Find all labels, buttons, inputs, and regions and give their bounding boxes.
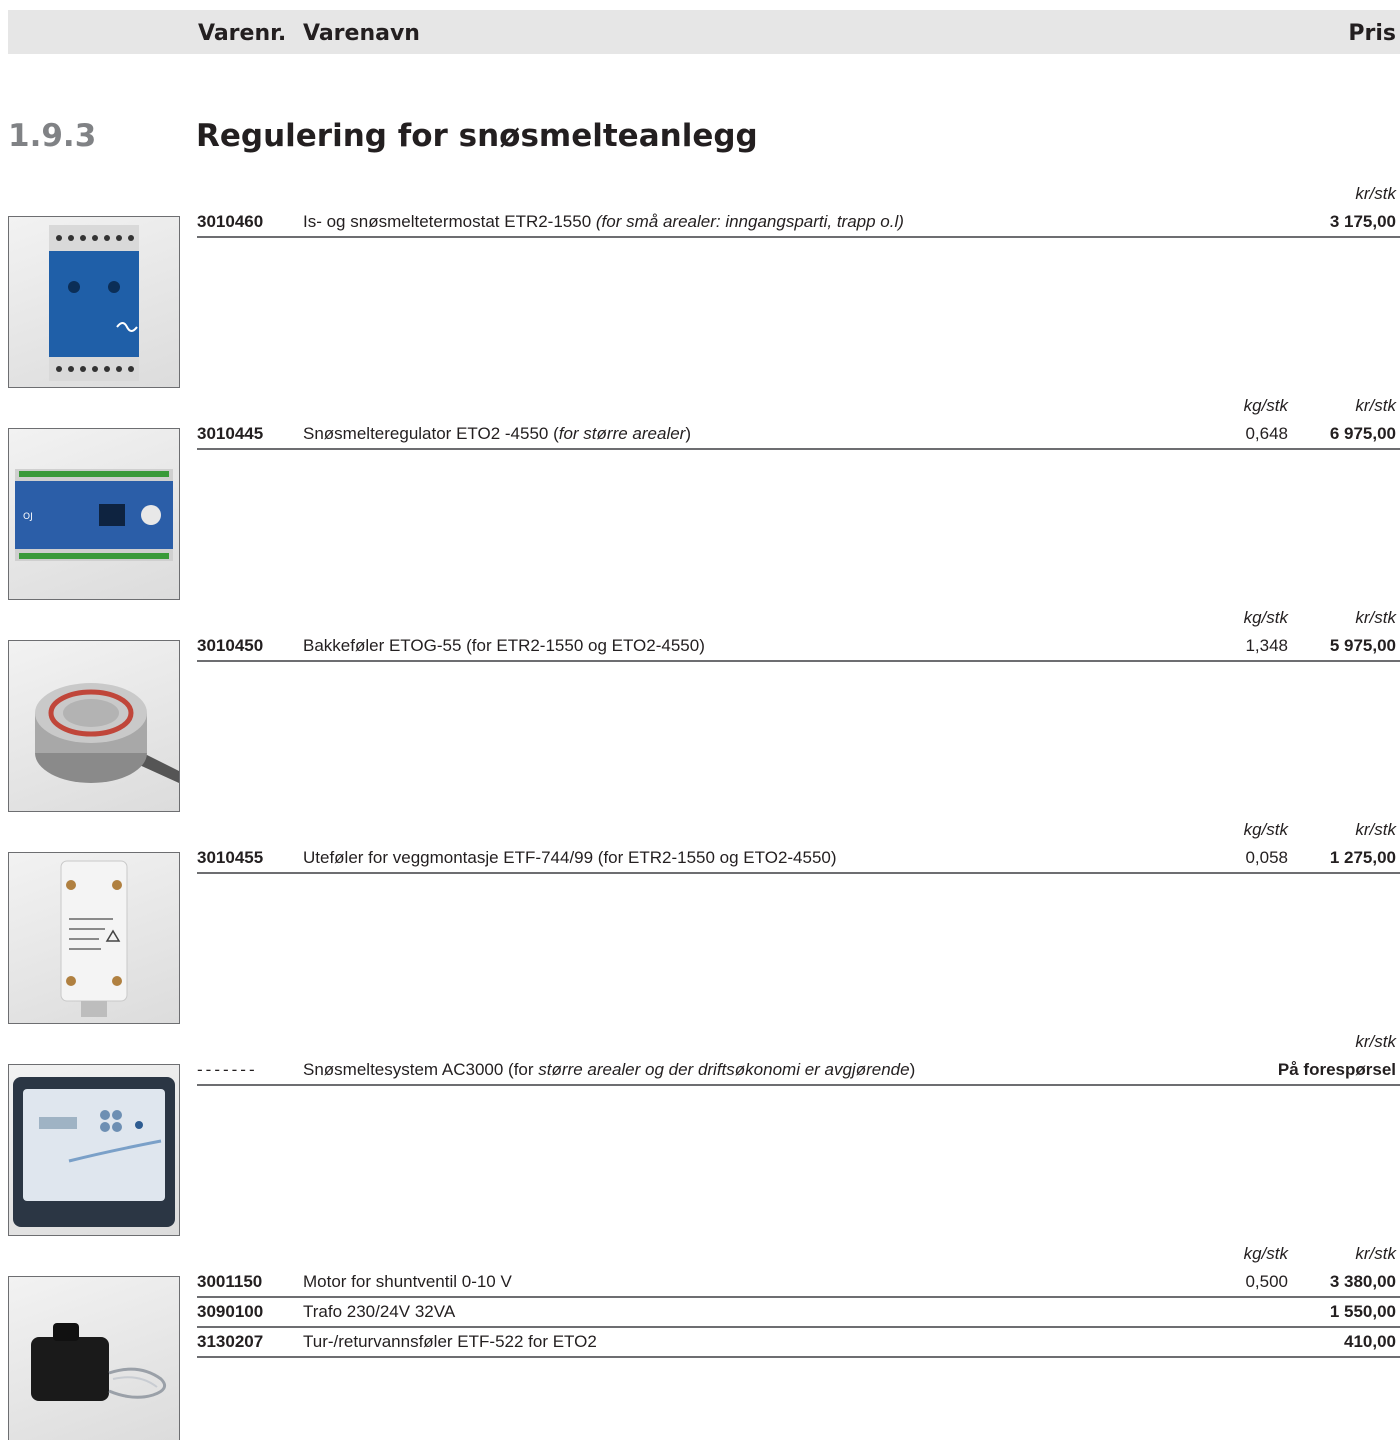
product-price: 410,00 (1344, 1332, 1396, 1351)
unit-kr-label: kr/stk (1355, 1244, 1396, 1263)
section-number: 1.9.3 (8, 118, 97, 154)
product-name-plain: Snøsmelteregulator ETO2 -4550 ( (303, 424, 559, 443)
unit-kg-label: kg/stk (1243, 1244, 1288, 1263)
product-row: 3090100 Trafo 230/24V 32VA 1 550,00 (197, 1298, 1400, 1328)
unit-kg-label: kg/stk (1243, 608, 1288, 627)
product-name: Tur-/returvannsføler ETF-522 for ETO2 (303, 1332, 597, 1351)
product-name: Snøsmelteregulator ETO2 -4550 (for størr… (303, 424, 691, 444)
product-code: 3001150 (197, 1272, 263, 1291)
product-name: Uteføler for veggmontasje ETF-744/99 (fo… (303, 848, 837, 867)
section-title: Regulering for snøsmelteanlegg (196, 118, 758, 154)
unit-kr-label: kr/stk (1355, 396, 1396, 415)
table-header-bar: Varenr. Varenavn Pris (8, 10, 1400, 54)
product-image-ground-sensor (8, 640, 180, 812)
unit-kr-label: kr/stk (1355, 184, 1396, 203)
product-image-shunt-motor (8, 1276, 180, 1440)
product-name-italic: for større arealer (558, 424, 686, 443)
unit-kg-label: kg/stk (1243, 820, 1288, 839)
product-code: 3010455 (197, 848, 264, 867)
product-name-tail: ) (909, 1060, 916, 1079)
unit-kg-label: kg/stk (1243, 396, 1288, 415)
header-varenavn: Varenavn (303, 21, 420, 46)
product-code: 3010450 (197, 636, 264, 655)
product-name: Trafo 230/24V 32VA (303, 1302, 456, 1321)
product-price: 6 975,00 (1329, 424, 1396, 443)
ground-sensor-photo (35, 683, 179, 783)
product-image-controller: OJ (8, 428, 180, 600)
product-name: Motor for shuntventil 0-10 V (303, 1272, 512, 1291)
product-name: Bakkeføler ETOG-55 (for ETR2-1550 og ETO… (303, 636, 705, 655)
product-name-italic: (for små arealer: inngangsparti, trapp o… (595, 212, 904, 231)
product-weight: 0,648 (1245, 424, 1288, 443)
product-row: 3010455 Uteføler for veggmontasje ETF-74… (197, 844, 1400, 874)
unit-kr-label: kr/stk (1355, 608, 1396, 627)
ac3000-system-photo (13, 1077, 175, 1227)
controller-eto2-photo: OJ (15, 469, 173, 561)
product-name-plain: Is- og snøsmeltetermostat ETR2-1550 (303, 212, 596, 231)
product-row: 3130207 Tur-/returvannsføler ETF-522 for… (197, 1328, 1400, 1358)
product-row: 3010460 Is- og snøsmeltetermostat ETR2-1… (197, 208, 1400, 238)
shunt-motor-photo (31, 1323, 167, 1401)
product-name: Is- og snøsmeltetermostat ETR2-1550 (for… (303, 212, 904, 232)
product-price: På forespørsel (1277, 1060, 1396, 1079)
product-code: 3010445 (197, 424, 264, 443)
product-image-thermostat (8, 216, 180, 388)
product-row: ------- Snøsmeltesystem AC3000 (for stør… (197, 1056, 1400, 1086)
product-weight: 1,348 (1245, 636, 1288, 655)
product-code: 3130207 (197, 1332, 264, 1351)
product-price: 1 550,00 (1329, 1302, 1396, 1321)
product-row: 3010445 Snøsmelteregulator ETO2 -4550 (f… (197, 420, 1400, 450)
product-code: 3010460 (197, 212, 264, 231)
product-price: 3 380,00 (1329, 1272, 1396, 1291)
outdoor-sensor-photo (60, 860, 128, 1017)
svg-text:OJ: OJ (23, 512, 33, 522)
unit-kr-label: kr/stk (1355, 820, 1396, 839)
product-price: 5 975,00 (1329, 636, 1396, 655)
product-name-tail: ) (685, 424, 692, 443)
header-varenr: Varenr. (198, 21, 287, 46)
product-name-italic: større arealer og der driftsøkonomi er a… (538, 1060, 910, 1079)
product-price: 1 275,00 (1329, 848, 1396, 867)
product-name: Snøsmeltesystem AC3000 (for større areal… (303, 1060, 915, 1080)
unit-kr-label: kr/stk (1355, 1032, 1396, 1051)
product-price: 3 175,00 (1329, 212, 1396, 231)
product-image-outdoor-sensor (8, 852, 180, 1024)
header-pris: Pris (1348, 21, 1396, 46)
product-weight: 0,500 (1245, 1272, 1288, 1291)
product-image-ac3000 (8, 1064, 180, 1236)
product-row: 3010450 Bakkeføler ETOG-55 (for ETR2-155… (197, 632, 1400, 662)
thermostat-etr2-photo (49, 225, 139, 381)
product-name-plain: Snøsmeltesystem AC3000 (for (303, 1060, 539, 1079)
product-weight: 0,058 (1245, 848, 1288, 867)
product-code: 3090100 (197, 1302, 264, 1321)
product-code-placeholder: ------- (197, 1060, 258, 1079)
product-row: 3001150 Motor for shuntventil 0-10 V 0,5… (197, 1268, 1400, 1298)
